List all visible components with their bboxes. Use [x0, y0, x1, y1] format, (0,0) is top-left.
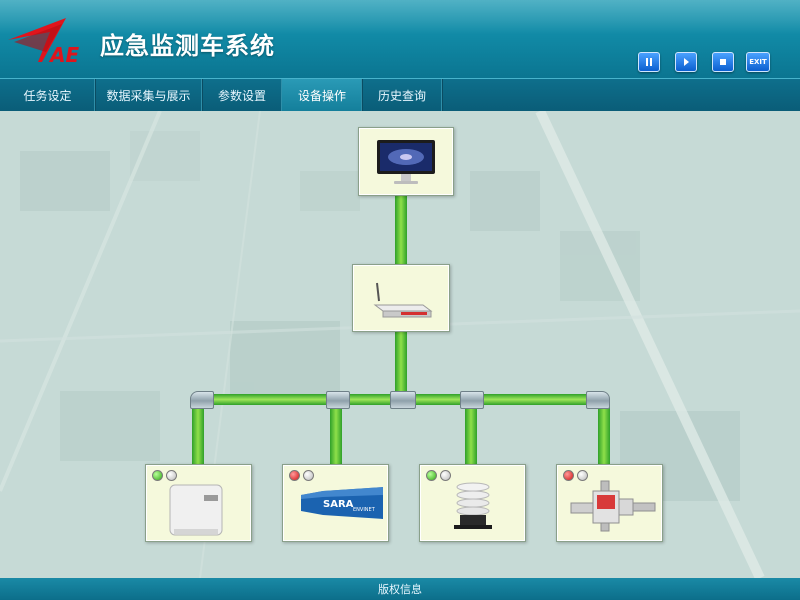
status-led-gray — [440, 470, 451, 481]
pipe-node-4 — [598, 401, 610, 465]
pipe-node-3 — [465, 401, 477, 465]
status-led-gray — [303, 470, 314, 481]
sara-device[interactable]: SARA ENVINET — [282, 464, 389, 542]
tab-parameter-settings[interactable]: 参数设置 — [202, 79, 283, 111]
router-icon — [373, 282, 433, 318]
copyright-text: 版权信息 — [378, 583, 422, 596]
pipe-router-bus — [395, 329, 407, 395]
pipe-elbow-left — [190, 391, 214, 409]
router-device[interactable] — [352, 264, 450, 332]
status-led-green — [426, 470, 437, 481]
status-led-gray — [577, 470, 588, 481]
pipe-tee-3 — [460, 391, 484, 409]
pipe-node-1 — [192, 401, 204, 465]
tab-label: 参数设置 — [217, 88, 266, 103]
tab-label: 设备操作 — [297, 88, 346, 103]
pipe-monitor-router — [395, 194, 407, 264]
tab-data-collection[interactable]: 数据采集与展示 — [95, 79, 203, 111]
app-title: 应急监测车系统 — [100, 32, 275, 60]
status-led-gray — [166, 470, 177, 481]
logo-text: AE — [48, 43, 79, 67]
status-led-red — [289, 470, 300, 481]
sara-sublabel: ENVINET — [353, 507, 376, 513]
status-led-red — [563, 470, 574, 481]
detector-probe-device[interactable] — [556, 464, 663, 542]
pipe-tee-center — [390, 391, 416, 409]
app-header: AE 应急监测车系统 EXIT — [0, 0, 800, 78]
pause-icon — [646, 58, 652, 66]
exit-button[interactable]: EXIT — [746, 52, 770, 72]
device-diagram-area: SARA ENVINET — [0, 111, 800, 578]
tab-label: 数据采集与展示 — [106, 88, 191, 103]
weather-shield-device[interactable] — [419, 464, 526, 542]
exit-icon: EXIT — [749, 58, 767, 66]
pipe-tee-2 — [326, 391, 350, 409]
sara-label: SARA — [323, 499, 354, 510]
status-led-green — [152, 470, 163, 481]
pipe-node-2 — [330, 401, 342, 465]
tab-task-settings[interactable]: 任务设定 — [0, 79, 96, 111]
play-icon — [684, 58, 689, 66]
pause-button[interactable] — [638, 52, 660, 72]
tab-label: 任务设定 — [23, 88, 72, 103]
tab-device-operation[interactable]: 设备操作 — [282, 79, 363, 111]
pipe-elbow-right — [586, 391, 610, 409]
stop-icon — [720, 59, 726, 65]
analyzer-device[interactable] — [145, 464, 252, 542]
stop-button[interactable] — [712, 52, 734, 72]
tab-label: 历史查询 — [377, 88, 426, 103]
monitor-device[interactable] — [358, 127, 454, 196]
play-button[interactable] — [675, 52, 697, 72]
tab-history-query[interactable]: 历史查询 — [362, 79, 443, 111]
logo-icon: AE — [8, 18, 79, 67]
main-nav: 任务设定 数据采集与展示 参数设置 设备操作 历史查询 — [0, 78, 800, 112]
footer: 版权信息 — [0, 578, 800, 600]
computer-monitor-icon — [377, 140, 435, 184]
